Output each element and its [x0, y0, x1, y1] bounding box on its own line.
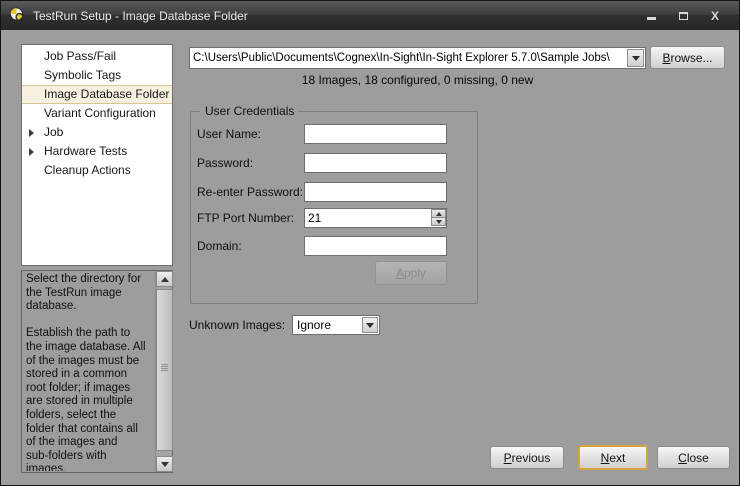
arrow-down-icon	[436, 220, 442, 224]
sidebar-item-symbolic-tags[interactable]: Symbolic Tags	[22, 66, 172, 85]
unknown-images-label: Unknown Images:	[189, 315, 285, 335]
sidebar-item-label: Job	[44, 125, 63, 139]
reenter-password-field[interactable]	[304, 182, 447, 202]
domain-field[interactable]	[304, 236, 447, 256]
arrow-up-icon	[161, 277, 169, 282]
unknown-images-dropdown[interactable]: Ignore	[292, 315, 380, 335]
reenter-password-label: Re-enter Password:	[197, 182, 303, 202]
user-name-field[interactable]	[304, 124, 447, 144]
user-name-label: User Name:	[197, 124, 261, 144]
sidebar-item-label: Job Pass/Fail	[44, 49, 116, 63]
thumb-grip-icon	[161, 366, 168, 367]
ftp-port-field[interactable]	[304, 208, 447, 228]
help-panel: Select the directory for the TestRun ima…	[21, 270, 173, 473]
dropdown-selected-value: Ignore	[297, 316, 360, 334]
apply-button[interactable]: Apply	[375, 261, 447, 285]
password-label: Password:	[197, 153, 253, 173]
sidebar-item-label: Hardware Tests	[44, 144, 127, 158]
sidebar-item-job-pass-fail[interactable]: Job Pass/Fail	[22, 47, 172, 66]
sidebar-item-image-database-folder[interactable]: Image Database Folder	[22, 85, 172, 104]
sidebar-item-label: Variant Configuration	[44, 106, 156, 120]
sidebar-item-job[interactable]: Job	[22, 123, 172, 142]
image-count-status: 18 Images, 18 configured, 0 missing, 0 n…	[189, 73, 646, 87]
testrun-setup-dialog: TestRun Setup - Image Database Folder X …	[0, 0, 740, 486]
sidebar-nav: Job Pass/Fail Symbolic Tags Image Databa…	[21, 44, 173, 266]
minimize-icon	[647, 17, 656, 20]
scroll-down-button[interactable]	[156, 456, 173, 472]
maximize-icon	[679, 12, 688, 20]
arrow-down-icon	[161, 462, 169, 467]
dropdown-arrow-button[interactable]	[362, 317, 378, 333]
path-dropdown-button[interactable]	[627, 49, 644, 67]
close-window-button[interactable]: X	[707, 9, 723, 23]
window-title: TestRun Setup - Image Database Folder	[33, 9, 248, 23]
previous-button[interactable]: Previous	[490, 446, 564, 469]
group-title: User Credentials	[200, 104, 299, 118]
image-folder-combobox[interactable]	[189, 47, 646, 69]
chevron-down-icon	[366, 323, 374, 328]
expand-triangle-icon[interactable]	[29, 148, 34, 156]
domain-label: Domain:	[197, 236, 242, 256]
sidebar-item-label: Symbolic Tags	[44, 68, 121, 82]
title-bar: TestRun Setup - Image Database Folder X	[1, 1, 739, 30]
minimize-button[interactable]	[643, 9, 659, 23]
help-scrollbar[interactable]	[155, 271, 172, 472]
scrollbar-thumb[interactable]	[156, 289, 173, 451]
scroll-up-button[interactable]	[156, 271, 173, 287]
sidebar-item-label: Image Database Folder	[44, 87, 169, 101]
sidebar-item-cleanup-actions[interactable]: Cleanup Actions	[22, 161, 172, 180]
image-folder-path-input[interactable]	[190, 48, 626, 68]
next-button[interactable]: Next	[578, 445, 648, 470]
sidebar-item-label: Cleanup Actions	[44, 163, 131, 177]
close-icon: X	[711, 9, 719, 23]
stepper-down-button[interactable]	[431, 217, 446, 226]
sidebar-item-variant-configuration[interactable]: Variant Configuration	[22, 104, 172, 123]
close-button[interactable]: Close	[657, 446, 730, 469]
sidebar-item-hardware-tests[interactable]: Hardware Tests	[22, 142, 172, 161]
ftp-port-stepper	[431, 209, 446, 227]
browse-button[interactable]: Browse...	[650, 46, 725, 69]
password-field[interactable]	[304, 153, 447, 173]
help-text: Select the directory for the TestRun ima…	[26, 273, 151, 471]
maximize-button[interactable]	[675, 9, 691, 23]
ftp-port-label: FTP Port Number:	[197, 208, 294, 228]
expand-triangle-icon[interactable]	[29, 129, 34, 137]
arrow-up-icon	[436, 212, 442, 216]
app-icon	[9, 7, 26, 24]
chevron-down-icon	[632, 56, 640, 61]
